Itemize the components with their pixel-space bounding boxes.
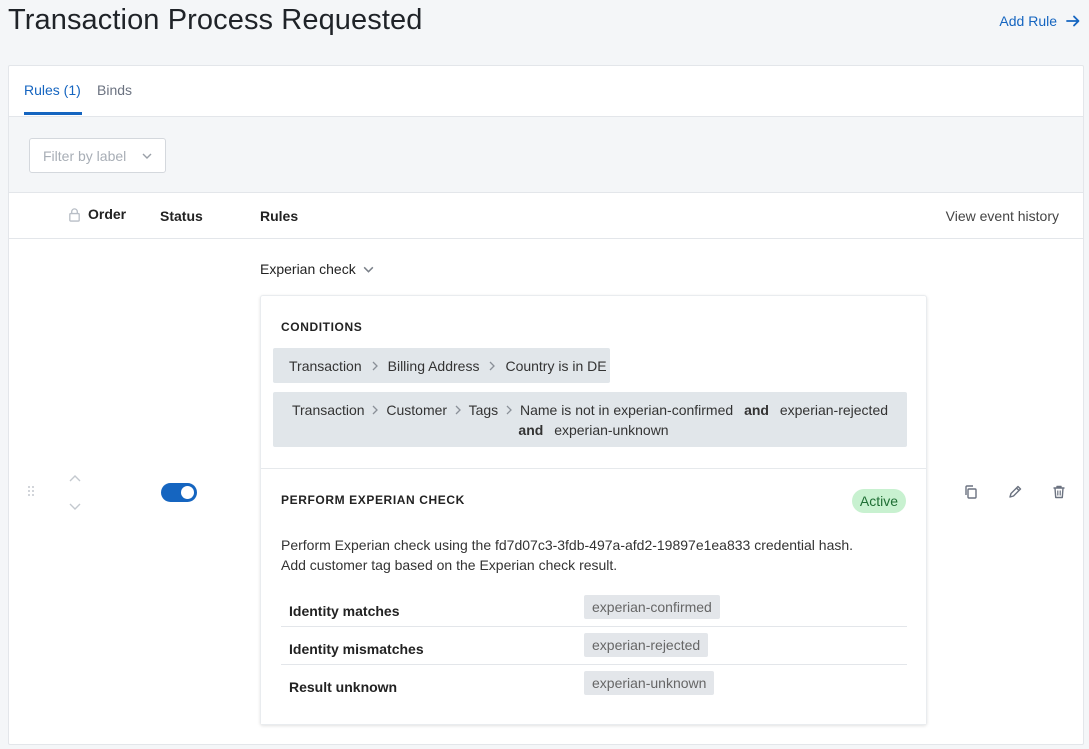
description-line: Perform Experian check using the fd7d07c… <box>281 537 854 553</box>
drag-handle-icon[interactable] <box>26 484 36 498</box>
chevron-right-icon <box>506 405 512 415</box>
column-order: Order <box>67 206 126 222</box>
trash-icon[interactable] <box>1051 484 1067 500</box>
action-description: Perform Experian check using the fd7d07c… <box>281 535 853 575</box>
result-tag: experian-confirmed <box>584 595 720 619</box>
condition-path-item: Tags <box>468 402 499 418</box>
condition-path-item: Transaction <box>291 402 365 418</box>
chevron-right-icon <box>372 361 378 370</box>
conditions-title: CONDITIONS <box>281 320 363 334</box>
table-header: Order Status Rules View event history <box>9 193 1083 239</box>
rule-name-label: Experian check <box>260 261 356 277</box>
condition-path-item: Customer <box>386 402 448 418</box>
chevron-right-icon <box>373 405 379 415</box>
add-rule-button[interactable]: Add Rule <box>999 13 1081 29</box>
column-order-label: Order <box>88 206 127 222</box>
page-title: Transaction Process Requested <box>8 4 423 36</box>
arrow-right-icon <box>1066 15 1080 27</box>
table-row: Identity mismatches experian-rejected <box>281 627 907 665</box>
chevron-down-icon <box>142 153 152 159</box>
rule-name-dropdown[interactable]: Experian check <box>260 261 375 277</box>
pencil-icon[interactable] <box>1007 484 1023 500</box>
tab-rules[interactable]: Rules (1) <box>24 82 81 98</box>
tab-bar: Rules (1) Binds <box>9 66 1083 117</box>
condition-path-item: Name is not in experian-confirmed <box>519 402 734 418</box>
table-row: Identity matches experian-confirmed <box>281 589 907 627</box>
description-line: Add customer tag based on the Experian c… <box>281 557 618 573</box>
chevron-right-icon <box>489 361 496 370</box>
condition-value: experian-rejected <box>779 402 889 418</box>
active-tab-indicator <box>24 112 82 115</box>
condition-path-item: Transaction <box>289 357 362 374</box>
result-label: Result unknown <box>289 679 398 695</box>
toggle-knob <box>181 486 194 499</box>
move-up-icon[interactable] <box>68 472 82 486</box>
move-down-icon[interactable] <box>68 499 82 513</box>
and-operator: and <box>744 402 769 418</box>
add-rule-label: Add Rule <box>999 13 1057 29</box>
result-tag: experian-rejected <box>584 633 709 657</box>
condition-path-item: Billing Address <box>387 357 480 374</box>
table-row: Experian check CONDITIONS Transaction Bi… <box>9 239 1083 745</box>
result-tag-table: Identity matches experian-confirmed Iden… <box>281 589 907 703</box>
table-row: Result unknown experian-unknown <box>281 665 907 703</box>
status-toggle[interactable] <box>161 483 197 502</box>
action-title: PERFORM EXPERIAN CHECK <box>281 493 465 507</box>
result-label: Identity mismatches <box>289 641 424 657</box>
result-tag: experian-unknown <box>584 671 715 695</box>
result-label: Identity matches <box>289 603 400 619</box>
rules-card: Rules (1) Binds Filter by label Order St… <box>8 65 1084 745</box>
column-status: Status <box>160 208 203 224</box>
condition-value: experian-unknown <box>554 422 669 438</box>
condition-2: Transaction Customer Tags Name is not in… <box>273 392 907 447</box>
filter-bar: Filter by label <box>9 117 1083 193</box>
filter-by-label-select[interactable]: Filter by label <box>29 138 166 173</box>
tab-binds[interactable]: Binds <box>97 82 132 98</box>
filter-placeholder: Filter by label <box>43 147 127 164</box>
view-event-history-link[interactable]: View event history <box>946 208 1059 224</box>
action-section: PERFORM EXPERIAN CHECK Active Perform Ex… <box>261 469 926 724</box>
rule-detail-card: CONDITIONS Transaction Billing Address C… <box>260 295 927 725</box>
status-badge: Active <box>851 489 906 513</box>
column-rules: Rules <box>260 208 299 224</box>
condition-1: Transaction Billing Address Country is i… <box>273 348 610 383</box>
and-operator: and <box>518 422 544 438</box>
copy-icon[interactable] <box>963 484 979 500</box>
condition-path-item: Country is in DE <box>505 357 607 374</box>
chevron-down-icon <box>363 266 374 273</box>
chevron-right-icon <box>455 405 461 415</box>
lock-icon <box>69 207 80 222</box>
